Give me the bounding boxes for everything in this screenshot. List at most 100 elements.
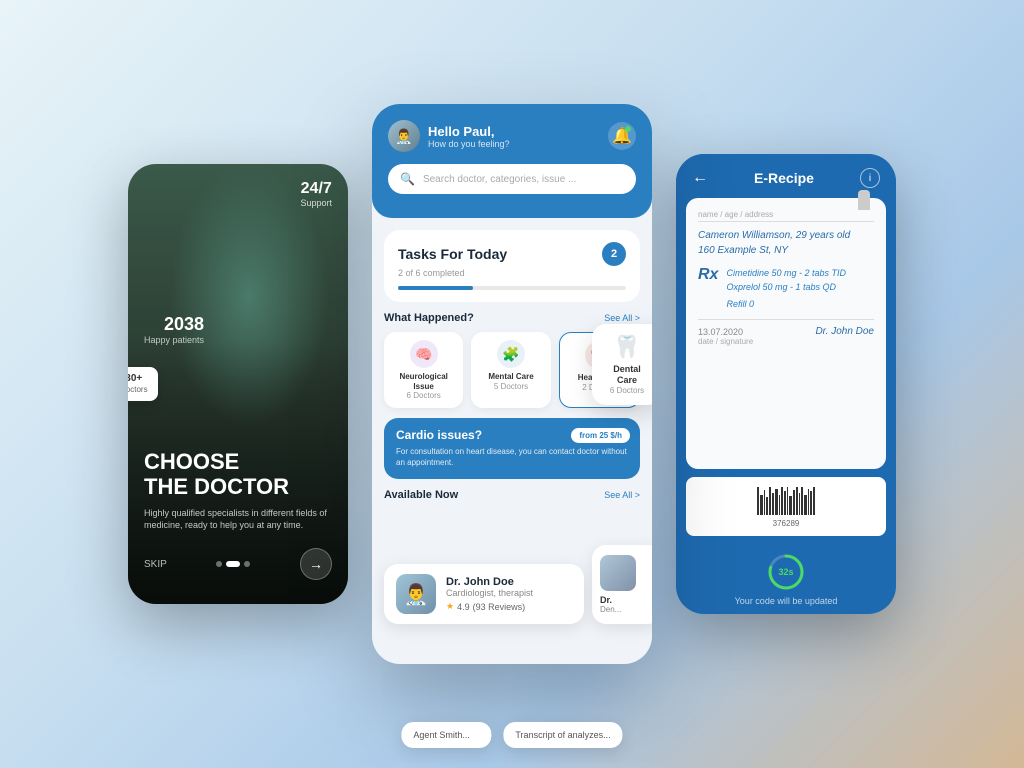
rating-value: 4.9 (457, 602, 470, 612)
barcode-line (813, 487, 815, 515)
see-all-available[interactable]: See All > (604, 490, 640, 500)
search-placeholder: Search doctor, categories, issue ... (423, 174, 576, 185)
date-sig-label: date / signature (698, 337, 874, 346)
refill-line: Refill 0 (726, 299, 846, 309)
dot-2-active (226, 561, 240, 567)
barcode-line (804, 495, 807, 515)
barcode-section: 376289 (686, 477, 886, 536)
barcode-line (787, 487, 789, 515)
category-neuro[interactable]: 🧠 Neurological Issue 6 Doctors (384, 332, 463, 408)
dental-card-count: 6 Doctors (602, 386, 652, 395)
header-top: 👨‍⚕️ Hello Paul, How do you feeling? 🔔 (388, 120, 636, 152)
notification-dot (625, 126, 631, 132)
user-avatar: 👨‍⚕️ (388, 120, 420, 152)
doctor-card-partial[interactable]: Dr. Den... (592, 545, 652, 624)
screen1-choose-doctor: 30+ Doctors 24/7 Support 2038 Happy pati… (128, 164, 348, 604)
available-section: Available Now See All > (384, 489, 640, 501)
section-header-available: Available Now See All > (384, 489, 640, 501)
doctor-avatar: 👨‍⚕️ (396, 574, 436, 614)
star-icon: ★ (446, 601, 454, 612)
screen1-mid: 2038 Happy patients (144, 314, 332, 345)
support-number: 24/7 (300, 180, 332, 198)
available-title: Available Now (384, 489, 458, 501)
timer-circle: 32s (766, 552, 806, 592)
back-button[interactable]: ← (692, 169, 708, 187)
mental-count: 5 Doctors (479, 382, 542, 391)
dot-1 (216, 561, 222, 567)
patient-name: Cameron Williamson, 29 years old (698, 230, 874, 241)
mental-name: Mental Care (479, 372, 542, 382)
name-label: name / age / address (698, 210, 874, 222)
bottom-card-transcript: Transcript of analyzes... (503, 722, 622, 748)
tasks-progress: 2 of 6 completed (398, 268, 626, 278)
doctor-signature: Dr. John Doe (815, 326, 874, 337)
barcode-line (769, 487, 771, 515)
support-badge: 24/7 Support (300, 180, 332, 208)
see-all-what-happened[interactable]: See All > (604, 313, 640, 323)
dental-floating-card[interactable]: 🦷 Dental Care 6 Doctors (592, 324, 652, 405)
barcode-line (796, 487, 798, 515)
barcode-line (764, 490, 766, 515)
cardio-price-badge: from 25 $/h (571, 428, 630, 443)
barcode-number: 376289 (694, 519, 878, 528)
mental-icon: 🧩 (497, 340, 525, 368)
timer-value: 32s (778, 567, 793, 577)
doctor2-spec: Den... (600, 605, 652, 614)
screen1-nav: SKIP → (144, 548, 332, 580)
doctor-card[interactable]: 👨‍⚕️ Dr. John Doe Cardiologist, therapis… (384, 564, 584, 624)
next-button[interactable]: → (300, 548, 332, 580)
reviews-count: (93 Reviews) (473, 602, 526, 612)
barcode-line (779, 495, 781, 515)
greeting-name: Hello Paul, (428, 124, 510, 139)
search-bar[interactable]: 🔍 Search doctor, categories, issue ... (388, 164, 636, 194)
dental-card-name: Dental Care (602, 364, 652, 386)
support-label: Support (300, 198, 332, 208)
progress-bar (398, 286, 626, 290)
date-block: 13.07.2020 (698, 327, 743, 337)
rx-content: Cimetidine 50 mg - 2 tabs TID Oxprelol 5… (726, 266, 846, 309)
recipe-footer: 13.07.2020 Dr. John Doe date / signature (698, 319, 874, 346)
screen1-subtitle: Highly qualified specialists in differen… (144, 507, 332, 532)
recipe-paper: name / age / address Cameron Williamson,… (686, 198, 886, 469)
barcode-line (793, 490, 795, 515)
screen1-top: 24/7 Support (144, 180, 332, 208)
barcode-line (799, 493, 801, 515)
info-button[interactable]: i (860, 168, 880, 188)
notification-bell[interactable]: 🔔 (608, 122, 636, 150)
cardio-description: For consultation on heart disease, you c… (396, 446, 628, 468)
erecipe-footer: 32s Your code will be updated (676, 544, 896, 614)
screen3-erecipe: ← E-Recipe i name / age / address Camero… (676, 154, 896, 614)
barcode-line (789, 496, 792, 515)
rx-symbol: Rx (698, 266, 718, 309)
tasks-badge: 2 (602, 242, 626, 266)
dental-icon: 🦷 (602, 334, 652, 360)
year-stat: 2038 Happy patients (144, 314, 204, 345)
greeting-text: Hello Paul, How do you feeling? (428, 124, 510, 149)
tasks-title: Tasks For Today (398, 246, 507, 262)
skip-text[interactable]: SKIP (144, 559, 167, 570)
paper-clip (858, 190, 870, 210)
tasks-header: Tasks For Today 2 (398, 242, 626, 266)
barcode-line (757, 487, 759, 515)
neuro-icon: 🧠 (410, 340, 438, 368)
patient-address: 160 Example St, NY (698, 245, 874, 256)
user-info: 👨‍⚕️ Hello Paul, How do you feeling? (388, 120, 510, 152)
code-update-text: Your code will be updated (692, 596, 880, 606)
doctor-rating: ★ 4.9 (93 Reviews) (446, 601, 533, 612)
what-happened-title: What Happened? (384, 312, 474, 324)
category-mental[interactable]: 🧩 Mental Care 5 Doctors (471, 332, 550, 408)
screen2-main-app: 👨‍⚕️ Hello Paul, How do you feeling? 🔔 🔍… (372, 104, 652, 664)
bottom-card-agent: Agent Smith... (401, 722, 491, 748)
barcode-line (775, 489, 778, 515)
cardio-card[interactable]: from 25 $/h Cardio issues? For consultat… (384, 418, 640, 478)
bottom-card-agent-text: Agent Smith... (413, 730, 479, 740)
barcode-line (772, 493, 774, 515)
doctor-name: Dr. John Doe (446, 576, 533, 588)
nav-dots (216, 561, 250, 567)
progress-fill (398, 286, 473, 290)
barcode-line (784, 491, 786, 515)
year-count: 2038 (144, 314, 204, 335)
tasks-card: Tasks For Today 2 2 of 6 completed (384, 230, 640, 302)
recipe-date: 13.07.2020 (698, 327, 743, 337)
barcode-lines (694, 485, 878, 515)
